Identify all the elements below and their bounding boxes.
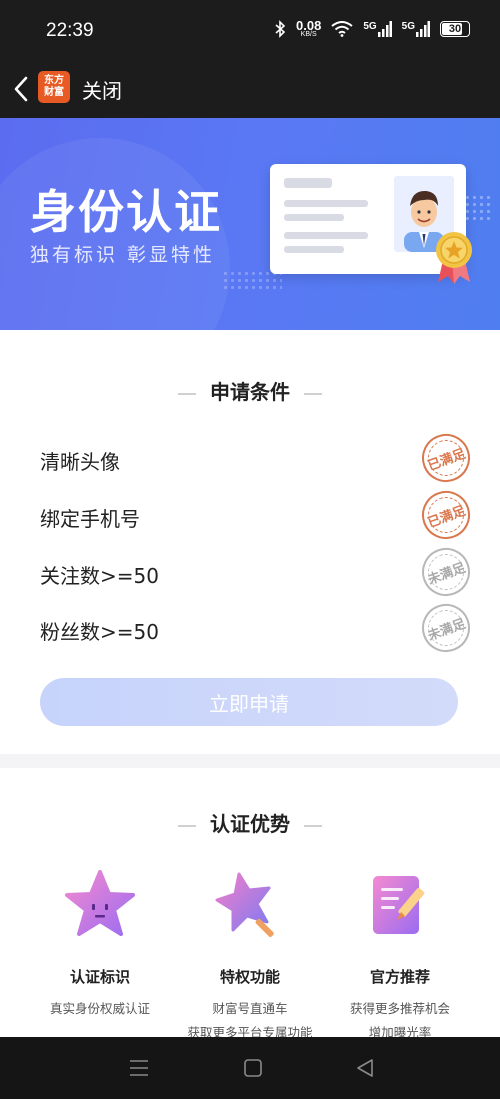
condition-row: 关注数>=50 未满足 — [40, 541, 477, 603]
advantage-desc-line: 真实身份权威认证 — [49, 1001, 150, 1016]
advantages-heading: 认证优势 — [0, 808, 500, 837]
status-stamp-met: 已满足 — [415, 484, 477, 546]
banner-title: 身份认证 — [30, 185, 222, 239]
battery-level: 30 — [448, 23, 462, 35]
signal-bars-icon — [377, 21, 392, 37]
advantage-desc-line: 财富号直通车 — [212, 1001, 288, 1016]
wifi-icon — [331, 21, 353, 37]
signal-sim2: 5G — [402, 21, 430, 37]
banner-subtitle: 独有标识 彰显特性 — [30, 244, 216, 266]
home-icon[interactable] — [242, 1057, 264, 1079]
status-time: 22:39 — [46, 20, 94, 41]
app-logo: 东方 财富 — [38, 71, 70, 103]
app-bar — [0, 60, 500, 118]
status-bar: 22:39 0.08 KB/S 5G 5G 30 — [0, 0, 500, 60]
condition-label: 粉丝数>=50 — [40, 620, 159, 644]
condition-label: 关注数>=50 — [40, 564, 159, 588]
hero-banner: 身份认证 独有标识 彰显特性 — [0, 118, 500, 330]
net-speed-value: 0.08 — [296, 18, 322, 33]
advantage-desc: 真实身份权威认证 — [20, 997, 180, 1021]
sim1-label: 5G — [363, 21, 377, 32]
advantage-item: 官方推荐 获得更多推荐机会 增加曝光率 — [320, 868, 480, 1045]
advantage-title: 特权功能 — [219, 968, 280, 986]
section-divider — [0, 754, 500, 768]
status-stamp-unmet: 未满足 — [415, 541, 477, 603]
condition-row: 绑定手机号 已满足 — [40, 484, 477, 546]
sim2-label: 5G — [401, 21, 415, 32]
logo-text-bottom: 财富 — [44, 87, 64, 98]
signal-sim1: 5G — [363, 21, 392, 37]
medal-icon — [436, 232, 472, 284]
advantage-title: 认证标识 — [69, 968, 130, 986]
net-speed-unit: KB/S — [300, 30, 317, 38]
advantage-item: 特权功能 财富号直通车 获取更多平台专属功能 — [170, 868, 330, 1045]
back-triangle-icon[interactable] — [354, 1057, 376, 1079]
advantage-title: 官方推荐 — [369, 968, 430, 986]
condition-label: 绑定手机号 — [40, 507, 140, 531]
conditions-heading: 申请条件 — [0, 376, 500, 405]
star-badge-icon — [65, 870, 135, 936]
advantage-desc-line: 获得更多推荐机会 — [349, 1001, 450, 1016]
net-speed: 0.08 KB/S — [296, 18, 322, 38]
condition-label: 清晰头像 — [40, 450, 120, 474]
close-button[interactable]: 关闭 — [82, 75, 122, 104]
status-icons: 0.08 KB/S 5G 5G 30 — [274, 18, 470, 38]
condition-row: 清晰头像 已满足 — [40, 427, 477, 489]
logo-text-top: 东方 — [44, 75, 64, 86]
bluetooth-icon — [275, 20, 286, 38]
status-stamp-unmet: 未满足 — [415, 597, 477, 659]
status-stamp-met: 已满足 — [415, 427, 477, 489]
advantage-item: 认证标识 真实身份权威认证 — [20, 868, 180, 1021]
menu-icon[interactable] — [128, 1057, 150, 1079]
battery-icon: 30 — [440, 21, 470, 37]
conditions-heading-text: 申请条件 — [210, 380, 290, 404]
apply-now-button[interactable]: 立即申请 — [40, 678, 458, 726]
system-nav-bar — [0, 1037, 500, 1099]
advantages-heading-text: 认证优势 — [210, 812, 290, 836]
document-pen-icon — [373, 876, 425, 934]
condition-row: 粉丝数>=50 未满足 — [40, 597, 477, 659]
star-wand-icon — [215, 872, 274, 937]
decorative-dots — [464, 194, 494, 224]
signal-bars-icon — [416, 21, 430, 37]
back-arrow-icon[interactable] — [10, 74, 34, 104]
